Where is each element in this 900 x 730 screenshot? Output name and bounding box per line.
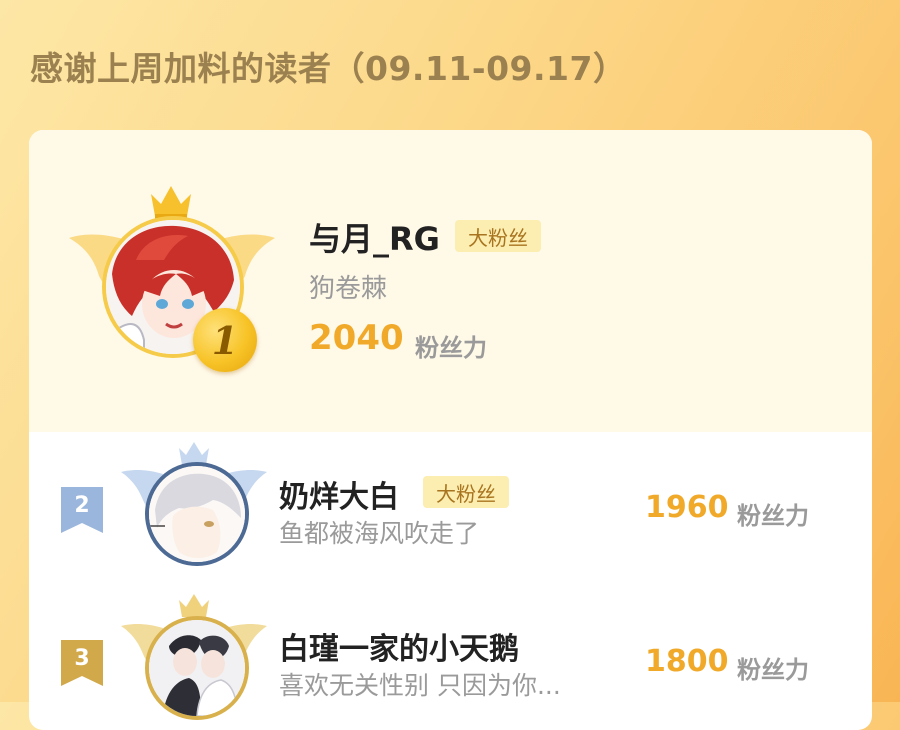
reader-motto: 狗卷棘 [309,274,388,304]
reader-name[interactable]: 白瑾一家的小天鹅 [279,624,519,668]
rank-medal-1: 1 [193,308,257,372]
page-title: 感谢上周加料的读者（09.11-09.17） [30,49,627,88]
fan-power-score: 2040 [309,318,404,358]
fan-power-unit: 粉丝力 [415,334,487,362]
fan-power-unit: 粉丝力 [737,656,809,684]
reader-motto: 喜欢无关性别 只因为你... [279,671,561,700]
rank-flag-2: 2 [61,487,103,533]
leaderboard-card: 1 与月_RG 大粉丝 狗卷棘 2040 粉丝力 2 奶烊大白 大粉丝 鱼都被海… [29,130,872,730]
avatar[interactable] [145,616,249,720]
fan-level-badge: 大粉丝 [423,476,509,508]
avatar[interactable] [145,462,249,566]
rank-number: 2 [74,492,90,518]
rank-number: 3 [74,645,90,671]
rank-flag-3: 3 [61,640,103,686]
fan-level-badge: 大粉丝 [455,220,541,252]
top-reader-section: 1 与月_RG 大粉丝 狗卷棘 2040 粉丝力 [29,130,872,432]
reader-name[interactable]: 与月_RG [309,214,440,260]
reader-motto: 鱼都被海风吹走了 [279,519,480,548]
fan-power-score: 1960 [645,490,729,525]
reader-name[interactable]: 奶烊大白 [279,472,399,516]
crown-icon [151,186,191,219]
fan-power-score: 1800 [645,644,729,679]
fan-power-unit: 粉丝力 [737,502,809,530]
